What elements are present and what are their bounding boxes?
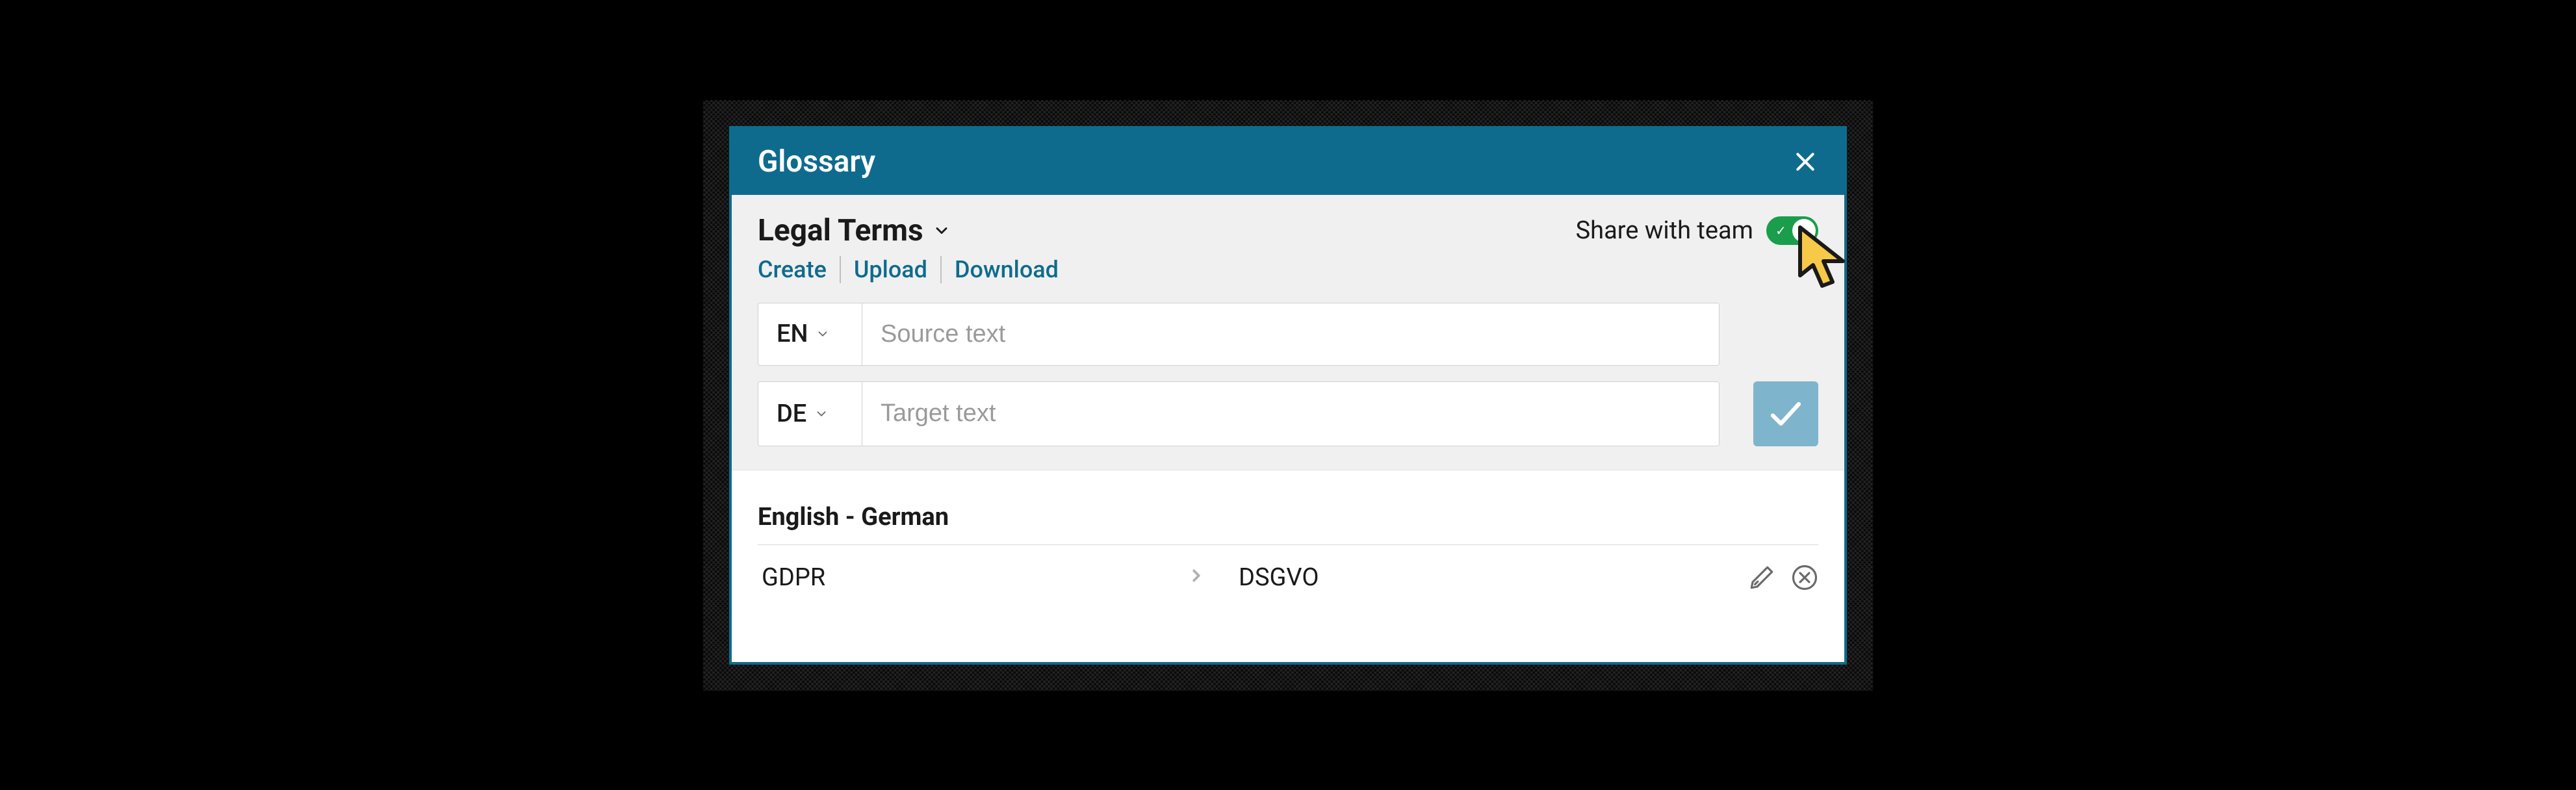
entry-source-text: GDPR bbox=[758, 563, 1187, 592]
delete-icon bbox=[1791, 564, 1818, 591]
chevron-down-icon bbox=[933, 222, 951, 240]
target-lang-code: DE bbox=[777, 400, 806, 428]
share-label: Share with team bbox=[1576, 216, 1753, 245]
edit-icon bbox=[1748, 564, 1775, 591]
source-lang-selector[interactable]: EN bbox=[758, 303, 862, 365]
source-lang-code: EN bbox=[777, 320, 808, 348]
entry-actions bbox=[1748, 564, 1818, 591]
entries-section: English - German GDPR DSGVO bbox=[732, 470, 1844, 662]
chevron-down-icon bbox=[814, 407, 829, 421]
config-top-row: Legal Terms Share with team ✓ bbox=[758, 213, 1818, 248]
delete-entry-button[interactable] bbox=[1791, 564, 1818, 591]
check-icon: ✓ bbox=[1775, 223, 1786, 238]
share-group: Share with team ✓ bbox=[1576, 216, 1818, 245]
arrow-right-icon bbox=[1187, 563, 1239, 592]
source-input-row: EN bbox=[758, 303, 1818, 366]
upload-link[interactable]: Upload bbox=[841, 256, 942, 283]
config-section: Legal Terms Share with team ✓ bbox=[732, 195, 1844, 470]
close-icon bbox=[1792, 149, 1818, 175]
modal-title: Glossary bbox=[758, 144, 875, 179]
lang-pair-header: English - German bbox=[758, 503, 1818, 545]
target-text-input[interactable] bbox=[862, 382, 1719, 446]
edit-entry-button[interactable] bbox=[1748, 564, 1775, 591]
action-links: Create Upload Download bbox=[758, 256, 1818, 283]
create-link[interactable]: Create bbox=[758, 256, 841, 283]
glossary-modal: Glossary Legal Terms Share bbox=[729, 126, 1847, 665]
source-input-group: EN bbox=[758, 303, 1719, 366]
submit-entry-button[interactable] bbox=[1753, 381, 1818, 446]
check-icon bbox=[1766, 394, 1805, 433]
target-input-group: DE bbox=[758, 381, 1719, 446]
input-rows: EN DE bbox=[758, 303, 1818, 446]
modal-header: Glossary bbox=[732, 129, 1844, 195]
entry-row: GDPR DSGVO bbox=[758, 545, 1818, 610]
source-text-input[interactable] bbox=[862, 303, 1719, 365]
close-button[interactable] bbox=[1792, 149, 1818, 175]
chevron-down-icon bbox=[816, 327, 830, 341]
target-input-row: DE bbox=[758, 381, 1818, 446]
entry-target-text: DSGVO bbox=[1239, 563, 1748, 592]
glossary-name-dropdown[interactable]: Legal Terms bbox=[758, 213, 951, 248]
target-lang-selector[interactable]: DE bbox=[758, 382, 862, 446]
download-link[interactable]: Download bbox=[942, 256, 1072, 283]
cursor-pointer-icon bbox=[1794, 223, 1859, 295]
glossary-name-label: Legal Terms bbox=[758, 213, 923, 248]
